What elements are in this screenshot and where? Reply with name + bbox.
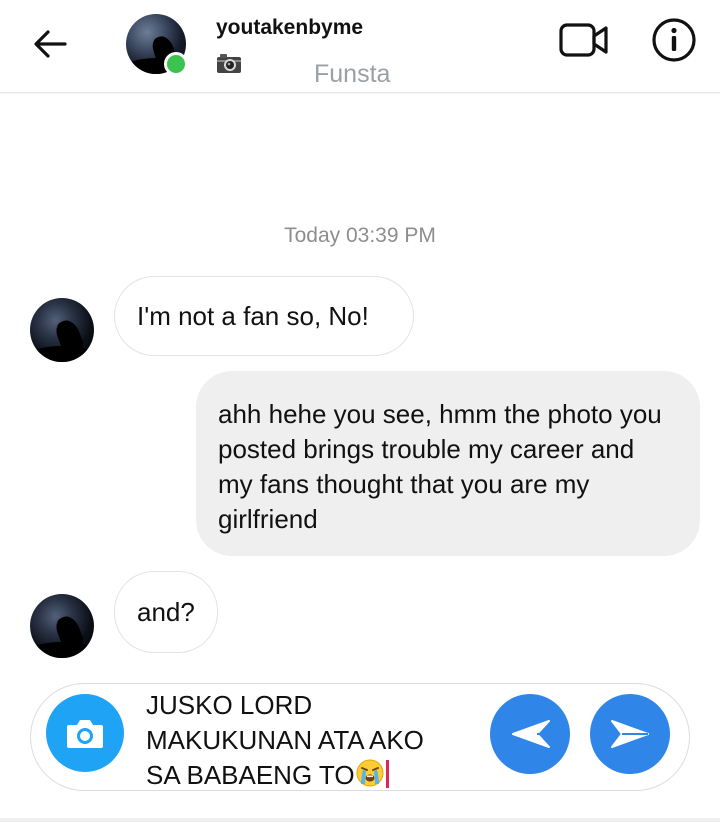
chat-header: youtakenbyme Funsta [0, 0, 720, 93]
received-message[interactable]: and? [114, 571, 218, 653]
contact-username[interactable]: youtakenbyme [216, 16, 363, 40]
info-button[interactable] [650, 16, 698, 64]
arrow-left-icon [512, 720, 550, 748]
online-indicator [164, 52, 188, 76]
video-call-icon [559, 23, 608, 57]
message-timestamp: Today 03:39 PM [284, 224, 436, 247]
send-button[interactable] [590, 694, 670, 774]
swipe-back-button[interactable] [490, 694, 570, 774]
received-message[interactable]: I'm not a fan so, No! [114, 276, 414, 356]
camera-emoji-icon [217, 54, 241, 73]
sender-avatar[interactable] [30, 594, 94, 658]
contact-avatar[interactable] [126, 14, 188, 76]
back-arrow-icon [34, 30, 67, 58]
message-input[interactable]: JUSKO LORD MAKUKUNAN ATA AKO SA BABAENG … [146, 688, 476, 793]
crying-face-emoji-icon [356, 759, 384, 787]
sent-message[interactable]: ahh hehe you see, hmm the photo you post… [196, 371, 700, 556]
send-icon [611, 720, 649, 748]
contact-subtitle: Funsta [314, 60, 391, 88]
sender-avatar[interactable] [30, 298, 94, 362]
back-button[interactable] [28, 22, 72, 66]
message-input-line-last: SA BABAENG TO [146, 758, 476, 793]
bottom-divider [0, 818, 720, 822]
camera-icon [67, 720, 103, 748]
message-input-line: MAKUKUNAN ATA AKO [146, 725, 424, 755]
text-caret [385, 760, 389, 788]
message-input-line: JUSKO LORD [146, 690, 313, 720]
video-call-button[interactable] [556, 16, 612, 64]
message-input-line: SA BABAENG TO [146, 760, 355, 790]
camera-button[interactable] [46, 694, 124, 772]
info-icon [652, 18, 696, 62]
